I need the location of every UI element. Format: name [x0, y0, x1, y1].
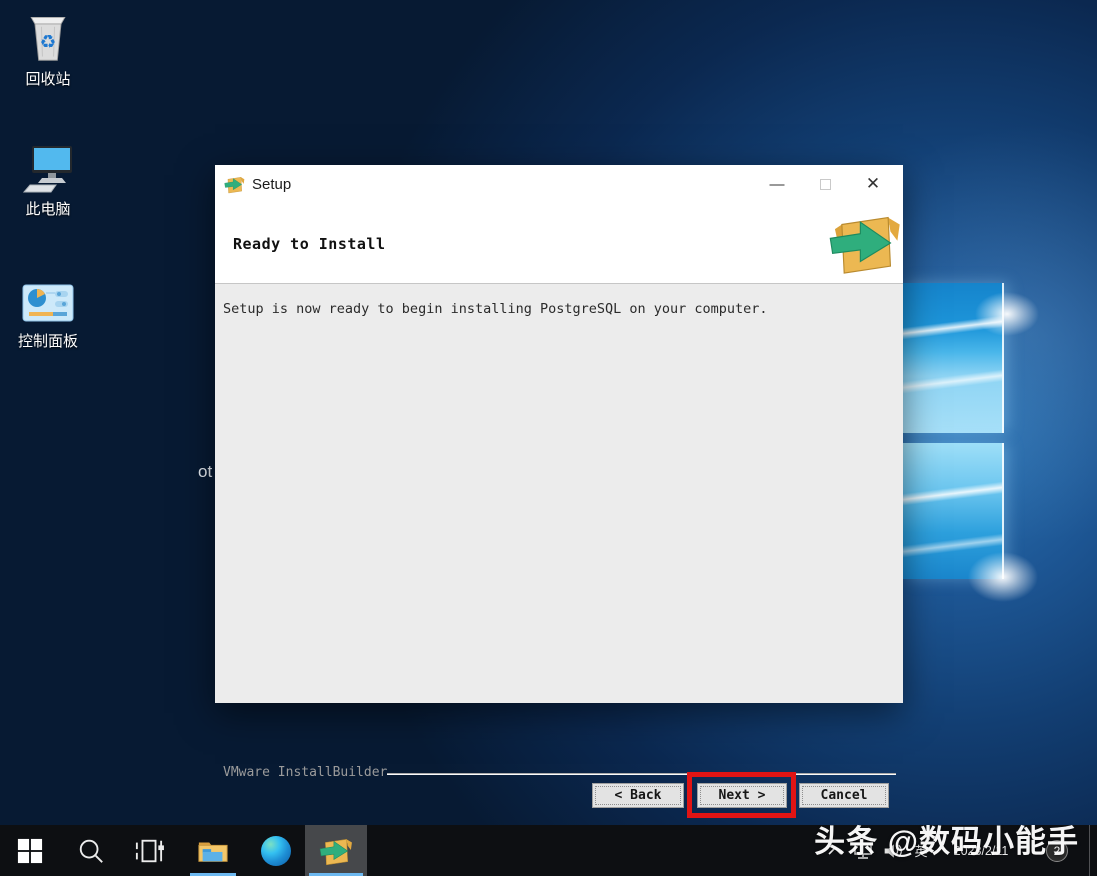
task-view-button[interactable] [125, 825, 173, 876]
maximize-icon [819, 178, 831, 190]
file-explorer-icon [198, 842, 228, 862]
taskbar: 英 2023/2/11 2 [0, 825, 1097, 876]
tray-volume[interactable] [880, 825, 906, 876]
installer-box-icon-taskbar [319, 838, 352, 865]
desktop-icon-label: 控制面板 [17, 333, 78, 350]
tray-ime-indicator[interactable]: 英 [908, 825, 934, 876]
installer-box-icon [224, 176, 245, 193]
network-icon [854, 842, 872, 859]
tray-network[interactable] [850, 825, 876, 876]
wizard-page-heading: Ready to Install [233, 235, 386, 253]
desktop-icon-this-pc[interactable]: 此电脑 [0, 138, 96, 219]
footer-separator [387, 773, 896, 775]
cancel-button[interactable]: Cancel [799, 783, 889, 808]
partially-hidden-desktop-text: ot [198, 462, 213, 481]
maximize-button[interactable] [801, 165, 849, 203]
recycle-bin-icon: ♻ [0, 8, 96, 64]
edge-browser-button[interactable] [252, 825, 300, 876]
close-button[interactable]: ✕ [849, 165, 897, 203]
taskbar-search-button[interactable] [67, 825, 115, 876]
installer-box-icon-large [829, 216, 900, 274]
installbuilder-brand: VMware InstallBuilder [223, 765, 388, 780]
control-panel-icon [0, 270, 96, 326]
file-explorer-button[interactable] [189, 825, 237, 876]
svg-text:♻: ♻ [40, 31, 57, 52]
windows-logo-icon [17, 838, 43, 863]
start-button[interactable] [6, 825, 54, 876]
desktop-icon-label: 回收站 [25, 71, 71, 88]
install-ready-message: Setup is now ready to begin installing P… [223, 301, 768, 317]
chevron-up-icon [828, 846, 842, 855]
notification-badge: 2 [1046, 839, 1068, 862]
show-desktop-button[interactable] [1089, 825, 1097, 876]
wallpaper-glow [968, 552, 1038, 602]
wallpaper-light-haze [880, 0, 1097, 876]
this-pc-icon [0, 138, 96, 194]
search-icon [79, 839, 103, 863]
tray-date: 2023/2/11 [953, 843, 1009, 858]
desktop-icon-label: 此电脑 [25, 201, 71, 218]
desktop-icon-recycle-bin[interactable]: ♻ 回收站 [0, 8, 96, 89]
back-button[interactable]: < Back [592, 783, 684, 808]
tray-clock[interactable]: 2023/2/11 [940, 825, 1022, 876]
task-view-icon [135, 839, 164, 862]
action-center-button[interactable]: 2 [1040, 825, 1074, 876]
tray-show-hidden-icons[interactable] [824, 825, 846, 876]
desktop-icon-control-panel[interactable]: 控制面板 [0, 270, 96, 351]
setup-window: Setup — ✕ Ready to Install Setup is now … [215, 165, 903, 818]
wallpaper-glow [975, 292, 1039, 336]
wizard-body: Setup is now ready to begin installing P… [215, 283, 903, 818]
minimize-button[interactable]: — [753, 165, 801, 203]
desktop: ♻ 回收站 此电脑 控制面板 ot Setup — ✕ Ready to Ins… [0, 0, 1097, 876]
speaker-icon [884, 843, 902, 858]
window-title: Setup [252, 175, 292, 193]
edge-icon [261, 835, 291, 866]
setup-taskbar-button[interactable] [305, 825, 367, 876]
next-button[interactable]: Next > [697, 783, 787, 808]
